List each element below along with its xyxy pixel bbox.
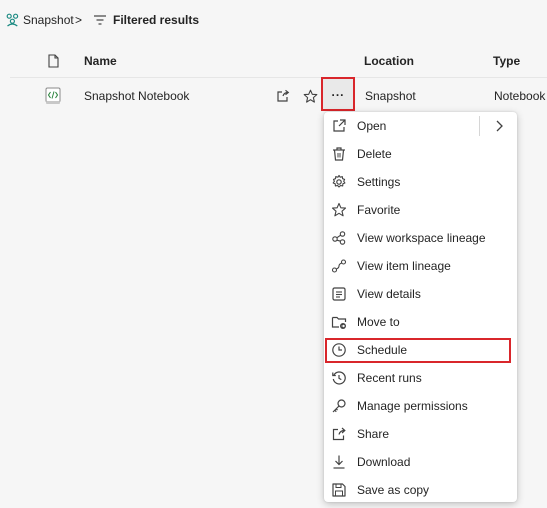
item-location: Snapshot (365, 89, 416, 103)
more-options-button[interactable]: ... (321, 77, 355, 111)
gear-icon (331, 174, 347, 190)
menu-item-label: Save as copy (357, 483, 430, 497)
share-icon[interactable] (275, 88, 291, 104)
column-header-location[interactable]: Location (364, 54, 414, 68)
menu-item-open[interactable]: Open (324, 112, 517, 140)
menu-item-view-item-lineage[interactable]: View item lineage (324, 252, 517, 280)
breadcrumb-workspace-label: Snapshot (23, 13, 74, 27)
menu-item-label: View workspace lineage (357, 231, 486, 245)
breadcrumb-separator: > (75, 13, 82, 27)
item-type: Notebook (494, 89, 546, 103)
menu-item-download[interactable]: Download (324, 448, 517, 476)
star-icon[interactable] (302, 88, 318, 104)
breadcrumb-workspace[interactable]: Snapshot (6, 13, 74, 27)
breadcrumb-separator-glyph: > (75, 13, 83, 27)
notebook-icon (45, 87, 61, 105)
history-icon (331, 370, 347, 386)
menu-item-recent-runs[interactable]: Recent runs (324, 364, 517, 392)
share-icon (331, 426, 347, 442)
lineage-icon (331, 230, 347, 246)
breadcrumb-current: Filtered results (94, 13, 199, 27)
column-header-type[interactable]: Type (493, 54, 520, 68)
folder-move-icon (331, 314, 347, 330)
menu-item-move-to[interactable]: Move to (324, 308, 517, 336)
key-icon (331, 398, 347, 414)
menu-item-settings[interactable]: Settings (324, 168, 517, 196)
page-title: Filtered results (113, 13, 200, 27)
menu-item-label: Favorite (357, 203, 401, 217)
menu-item-label: Move to (357, 315, 400, 329)
menu-item-label: Manage permissions (357, 399, 468, 413)
filter-icon (94, 15, 106, 25)
menu-item-share[interactable]: Share (324, 420, 517, 448)
menu-item-label: Open (357, 119, 387, 133)
menu-item-label: Recent runs (357, 371, 422, 385)
open-in-new-icon (331, 118, 347, 134)
submenu-divider (479, 116, 480, 136)
menu-item-delete[interactable]: Delete (324, 140, 517, 168)
item-lineage-icon (331, 258, 347, 274)
trash-icon (331, 146, 347, 162)
column-header-name[interactable]: Name (84, 54, 117, 68)
menu-item-label: Settings (357, 175, 401, 189)
details-icon (331, 286, 347, 302)
download-icon (331, 454, 347, 470)
context-menu: Open Delete Settings Favorite View works… (324, 112, 517, 502)
breadcrumb: Snapshot > Filtered results (0, 0, 547, 42)
star-icon (331, 202, 347, 218)
table-header: Name Location Type (0, 44, 547, 78)
menu-item-label: Share (357, 427, 390, 441)
menu-item-view-details[interactable]: View details (324, 280, 517, 308)
menu-item-save-as-copy[interactable]: Save as copy (324, 476, 517, 504)
file-type-icon (48, 54, 59, 68)
item-name-link[interactable]: Snapshot Notebook (84, 89, 189, 103)
schedule-highlight (325, 338, 511, 363)
save-copy-icon (331, 482, 347, 498)
menu-item-label: Delete (357, 147, 392, 161)
workspace-icon (6, 13, 19, 27)
chevron-right-icon[interactable] (492, 119, 506, 133)
menu-item-manage-permissions[interactable]: Manage permissions (324, 392, 517, 420)
menu-item-label: View details (357, 287, 421, 301)
menu-item-label: View item lineage (357, 259, 451, 273)
ellipsis-label: ... (331, 85, 345, 99)
table-row[interactable]: Snapshot Notebook Snapshot Notebook (0, 78, 547, 115)
menu-item-view-workspace-lineage[interactable]: View workspace lineage (324, 224, 517, 252)
menu-item-label: Download (357, 455, 411, 469)
menu-item-favorite[interactable]: Favorite (324, 196, 517, 224)
